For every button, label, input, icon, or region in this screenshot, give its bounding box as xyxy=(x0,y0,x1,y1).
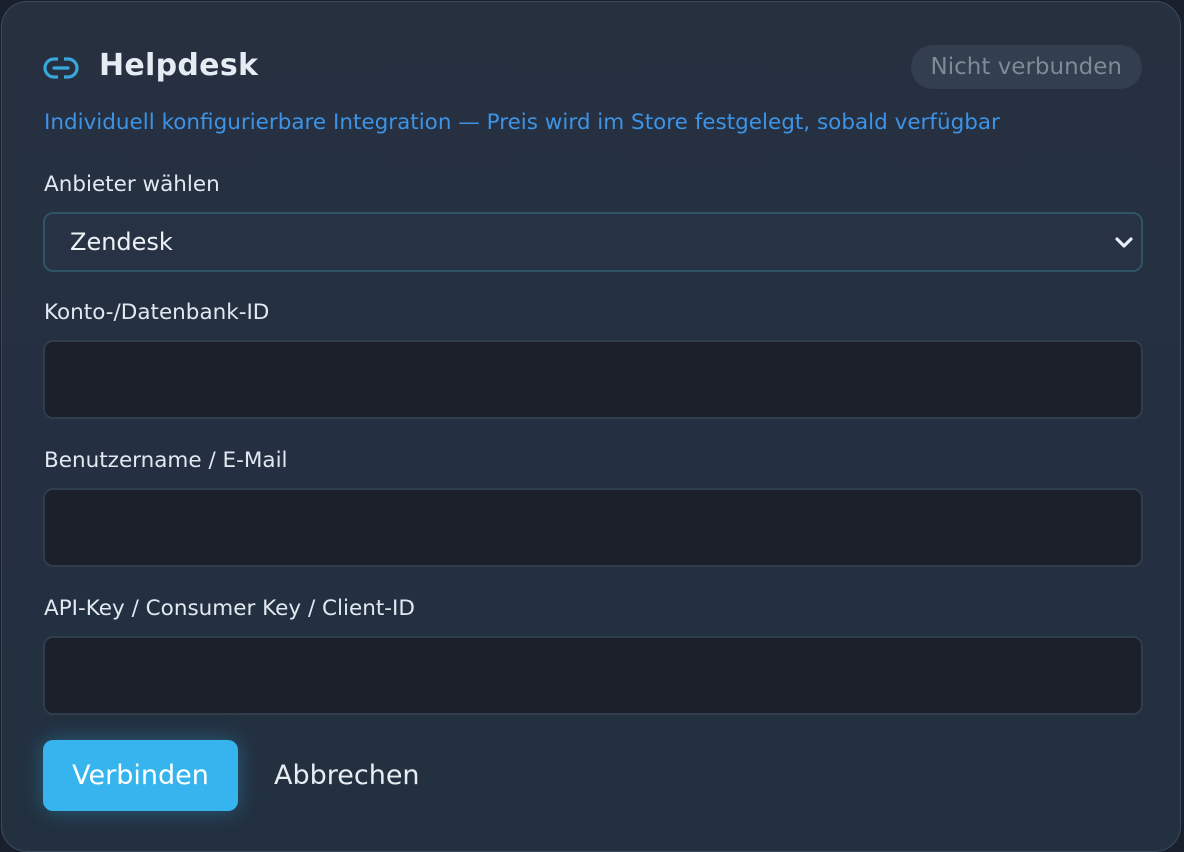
page-title: Helpdesk xyxy=(99,48,259,83)
username-field[interactable] xyxy=(43,488,1143,567)
connect-button[interactable]: Verbinden xyxy=(43,740,238,811)
link-icon xyxy=(42,54,80,82)
account-id-label: Konto-/Datenbank-ID xyxy=(44,300,270,325)
card-header: Helpdesk Nicht verbunden xyxy=(42,44,1142,92)
status-badge: Nicht verbunden xyxy=(910,45,1142,89)
api-key-field[interactable] xyxy=(43,636,1143,715)
integration-subtitle: Individuell konfigurierbare Integration … xyxy=(44,110,1000,135)
username-label: Benutzername / E-Mail xyxy=(44,448,288,473)
provider-selected-value: Zendesk xyxy=(70,228,173,256)
chevron-down-icon xyxy=(1113,232,1135,254)
integration-card: Helpdesk Nicht verbunden Individuell kon… xyxy=(1,1,1181,852)
api-key-label: API-Key / Consumer Key / Client-ID xyxy=(44,596,415,621)
account-id-field[interactable] xyxy=(43,340,1143,419)
cancel-button[interactable]: Abbrechen xyxy=(262,740,432,811)
provider-label: Anbieter wählen xyxy=(44,172,220,197)
provider-select[interactable]: Zendesk xyxy=(43,212,1143,272)
